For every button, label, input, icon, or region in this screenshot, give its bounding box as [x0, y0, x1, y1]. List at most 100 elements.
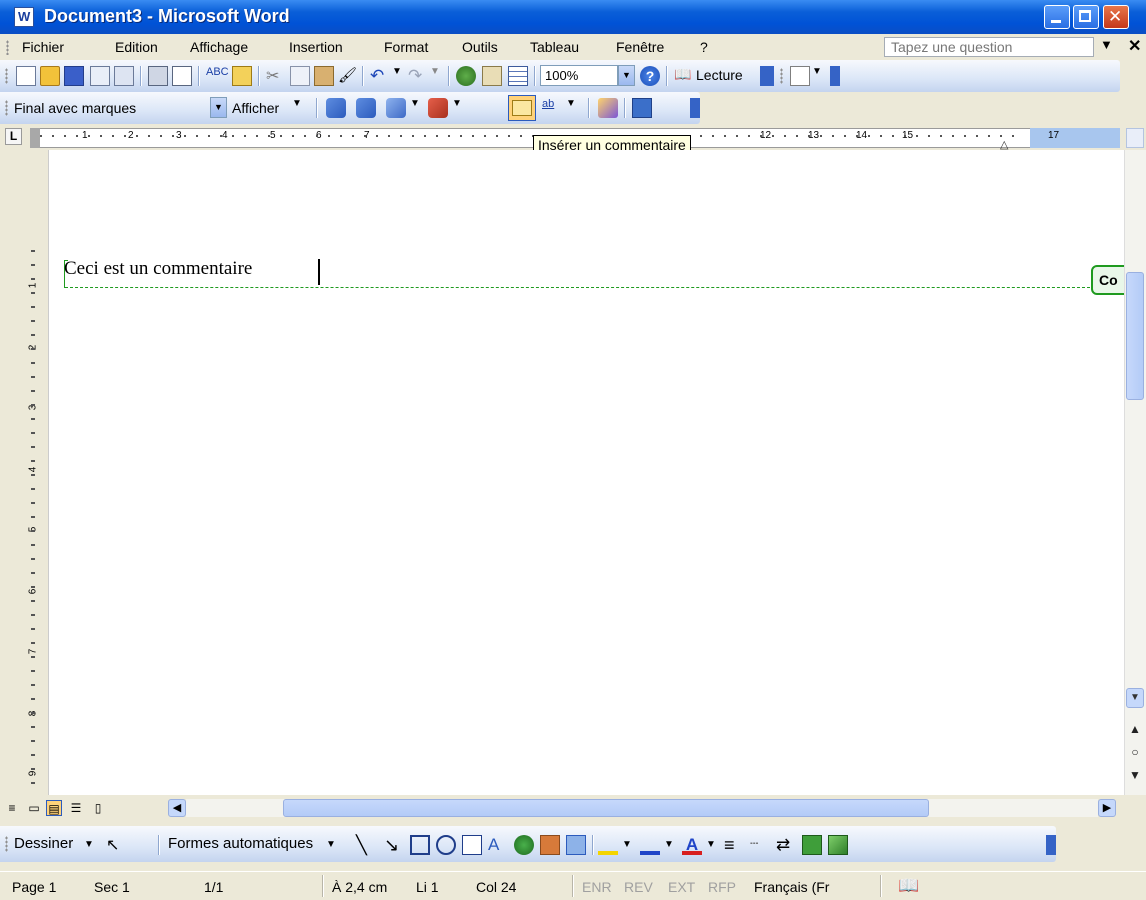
- insert-table-icon[interactable]: [508, 66, 528, 86]
- undo-icon[interactable]: ↶: [370, 66, 390, 86]
- menu-help[interactable]: ?: [700, 39, 708, 55]
- minimize-button[interactable]: [1044, 5, 1070, 29]
- toolbar-grip[interactable]: [5, 836, 8, 852]
- title-bar[interactable]: Document3 - Microsoft Word: [0, 0, 1146, 34]
- toolbar-options-icon[interactable]: [1046, 835, 1056, 855]
- draw-dropdown-icon[interactable]: ▼: [84, 839, 94, 850]
- menu-tableau[interactable]: Tableau: [530, 39, 579, 55]
- horizontal-scroll-thumb[interactable]: [283, 799, 929, 817]
- fill-dropdown-icon[interactable]: ▼: [622, 839, 632, 850]
- menu-insertion[interactable]: Insertion: [289, 39, 343, 55]
- word-app-icon[interactable]: [14, 7, 34, 27]
- toolbar-options-icon[interactable]: [760, 66, 774, 86]
- reject-dropdown-icon[interactable]: ▼: [452, 98, 472, 118]
- menu-affichage[interactable]: Affichage: [190, 39, 248, 55]
- status-ext[interactable]: EXT: [668, 879, 695, 895]
- paste-icon[interactable]: [314, 66, 334, 86]
- read-icon[interactable]: 📖: [674, 66, 694, 86]
- line-color-dropdown-icon[interactable]: ▼: [664, 839, 674, 850]
- line-color-icon[interactable]: [640, 835, 660, 855]
- reading-view-icon[interactable]: ▯: [90, 800, 106, 816]
- menubar-grip[interactable]: [6, 40, 9, 55]
- borders-dropdown-icon[interactable]: ▼: [812, 66, 832, 86]
- clipart-icon[interactable]: [540, 835, 560, 855]
- show-markup-button[interactable]: Afficher: [232, 100, 279, 116]
- permission-icon[interactable]: [90, 66, 110, 86]
- toolbar-options-icon[interactable]: [830, 66, 840, 86]
- shadow-style-icon[interactable]: [802, 835, 822, 855]
- format-painter-icon[interactable]: 🖌: [338, 66, 358, 86]
- rectangle-icon[interactable]: [410, 835, 430, 855]
- status-position[interactable]: À 2,4 cm: [332, 879, 387, 895]
- help-icon[interactable]: ?: [640, 66, 660, 86]
- document-text[interactable]: Ceci est un commentaire: [64, 258, 252, 280]
- save-icon[interactable]: [64, 66, 84, 86]
- line-icon[interactable]: ╲: [356, 835, 376, 855]
- tab-selector[interactable]: L: [5, 128, 22, 145]
- status-rfp[interactable]: RFP: [708, 879, 736, 895]
- status-column[interactable]: Col 24: [476, 879, 516, 895]
- left-indent-marker[interactable]: [30, 128, 40, 148]
- arrow-style-icon[interactable]: ⇄: [776, 835, 796, 855]
- highlight-dropdown-icon[interactable]: ▼: [566, 98, 586, 118]
- outline-view-icon[interactable]: ☰: [68, 800, 84, 816]
- font-color-dropdown-icon[interactable]: ▼: [706, 839, 716, 850]
- status-section[interactable]: Sec 1: [94, 879, 130, 895]
- reject-change-icon[interactable]: [428, 98, 448, 118]
- reading-button-label[interactable]: Lecture: [696, 67, 743, 83]
- cut-icon[interactable]: ✂: [266, 66, 286, 86]
- document-close-icon[interactable]: ✕: [1128, 36, 1141, 56]
- display-mode-dropdown-icon[interactable]: ▼: [210, 97, 227, 118]
- wordart-icon[interactable]: A: [488, 835, 508, 855]
- zoom-combo[interactable]: 100%: [540, 65, 618, 86]
- web-view-icon[interactable]: ▭: [26, 800, 42, 816]
- 3d-style-icon[interactable]: [828, 835, 848, 855]
- autoshapes-menu-button[interactable]: Formes automatiques: [168, 835, 313, 852]
- browse-object-icon[interactable]: ○: [1126, 745, 1144, 765]
- display-mode-combo[interactable]: Final avec marques: [14, 100, 136, 116]
- menu-fenetre[interactable]: Fenêtre: [616, 39, 664, 55]
- dash-style-icon[interactable]: ┄: [750, 835, 770, 855]
- toolbar-grip[interactable]: [5, 100, 8, 116]
- font-color-icon[interactable]: A: [682, 835, 702, 855]
- status-page[interactable]: Page 1: [12, 879, 56, 895]
- accept-change-icon[interactable]: [386, 98, 406, 118]
- menu-outils[interactable]: Outils: [462, 39, 498, 55]
- maximize-button[interactable]: [1073, 5, 1099, 29]
- hyperlink-icon[interactable]: [456, 66, 476, 86]
- previous-change-icon[interactable]: [326, 98, 346, 118]
- reviewing-pane-icon[interactable]: [632, 98, 652, 118]
- highlight-icon[interactable]: ab: [542, 98, 562, 118]
- spelling-status-icon[interactable]: 📖: [898, 876, 919, 896]
- accept-dropdown-icon[interactable]: ▼: [410, 98, 430, 118]
- scroll-right-button[interactable]: ▶: [1098, 799, 1116, 817]
- menu-format[interactable]: Format: [384, 39, 428, 55]
- show-dropdown-icon[interactable]: ▼: [292, 98, 312, 118]
- document-page[interactable]: [48, 150, 1125, 795]
- next-page-icon[interactable]: ▼: [1126, 768, 1144, 788]
- scroll-up-button[interactable]: [1126, 128, 1144, 148]
- redo-dropdown-icon[interactable]: ▼: [430, 66, 450, 86]
- toolbar-grip[interactable]: [5, 68, 8, 84]
- menu-edition[interactable]: Edition: [115, 39, 158, 55]
- redo-icon[interactable]: ↷: [408, 66, 428, 86]
- oval-icon[interactable]: [436, 835, 456, 855]
- status-language[interactable]: Français (Fr: [754, 879, 829, 895]
- normal-view-icon[interactable]: ≡: [4, 800, 20, 816]
- toolbar-options-icon[interactable]: [690, 98, 700, 118]
- picture-icon[interactable]: [566, 835, 586, 855]
- menu-fichier[interactable]: Fichier: [22, 39, 64, 55]
- email-icon[interactable]: [114, 66, 134, 86]
- zoom-dropdown-icon[interactable]: ▼: [618, 65, 635, 86]
- select-objects-icon[interactable]: ↖: [106, 835, 126, 855]
- question-input[interactable]: Tapez une question: [884, 37, 1094, 57]
- status-line[interactable]: Li 1: [416, 879, 439, 895]
- close-button[interactable]: [1103, 5, 1129, 29]
- autoshapes-dropdown-icon[interactable]: ▼: [326, 839, 336, 850]
- vertical-scroll-thumb[interactable]: [1126, 272, 1144, 400]
- open-icon[interactable]: [40, 66, 60, 86]
- arrow-icon[interactable]: ↘: [384, 835, 404, 855]
- vertical-ruler[interactable]: 1 2 3 4 5 6 7 8 9: [0, 150, 38, 795]
- research-icon[interactable]: [232, 66, 252, 86]
- previous-page-icon[interactable]: ▲: [1126, 722, 1144, 742]
